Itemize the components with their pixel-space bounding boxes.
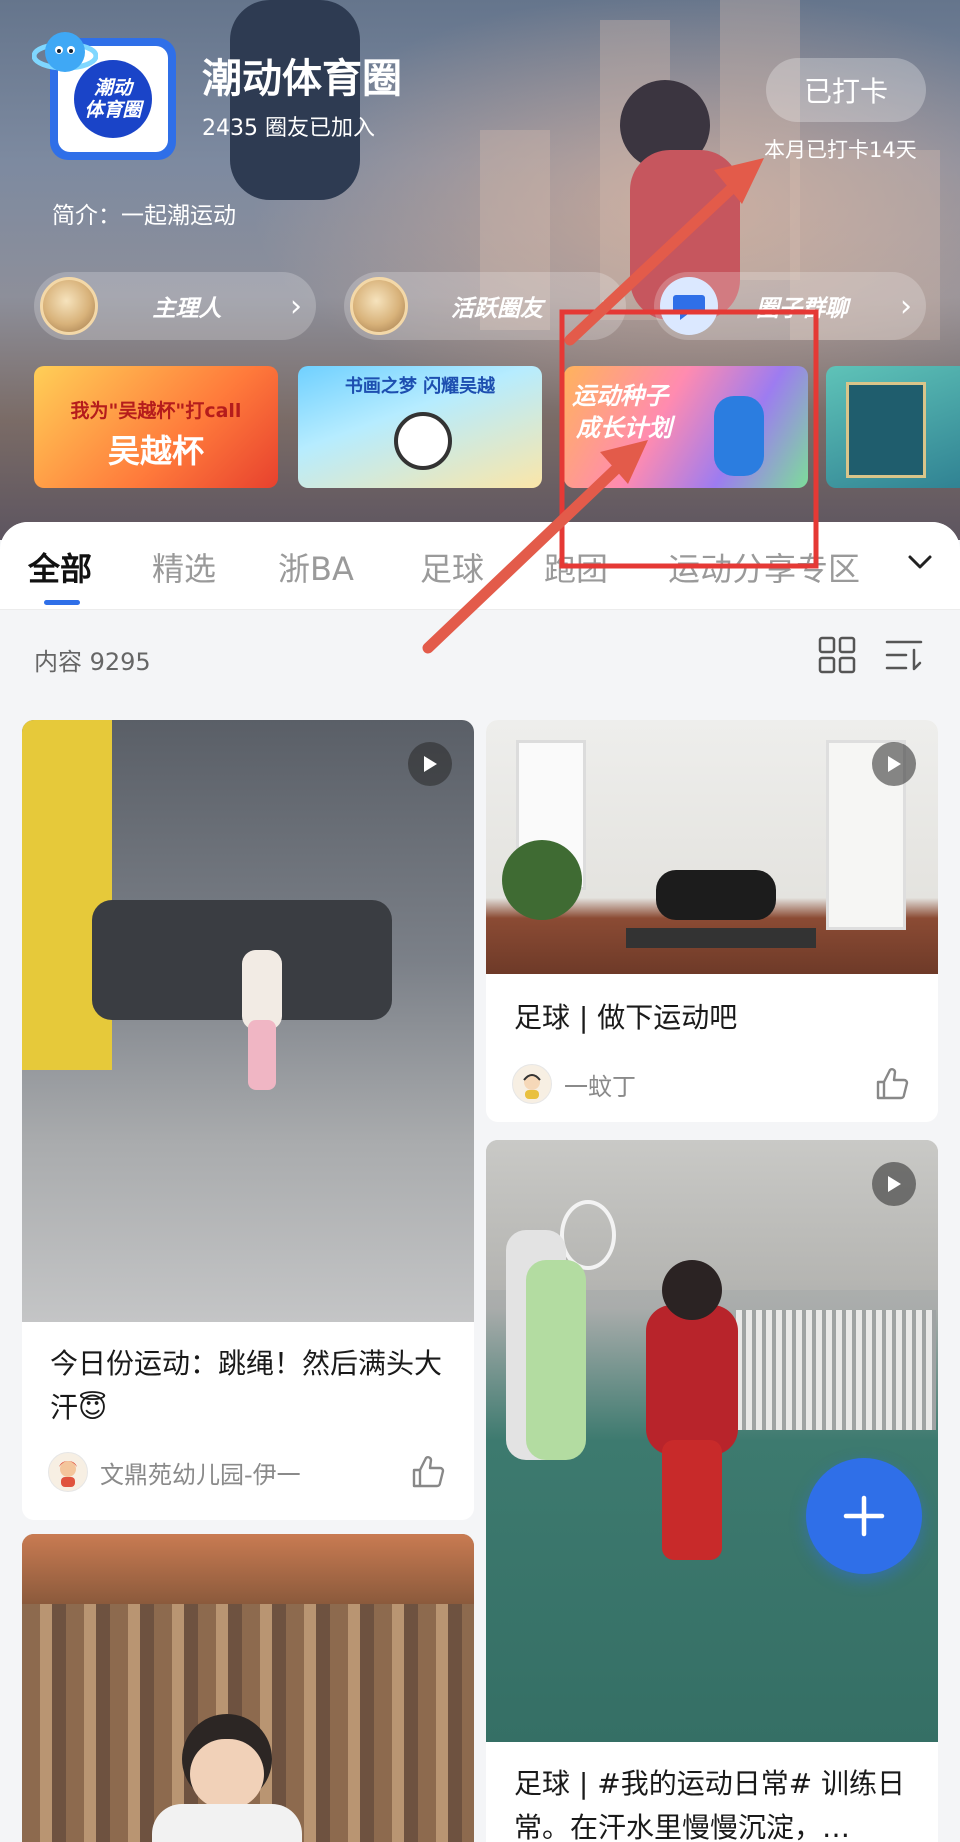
- child-figure: [242, 950, 282, 1030]
- child-figure: [662, 1440, 722, 1560]
- post-author-row: 文鼎苑幼儿园-伊一: [48, 1450, 448, 1494]
- banner-text: 运动种子: [572, 382, 668, 410]
- tab-all[interactable]: 全部: [28, 544, 92, 590]
- post-title: 足球 | 做下运动吧: [514, 1001, 738, 1034]
- net-illustration: [736, 1310, 936, 1430]
- quick-link-active-members[interactable]: 活跃圈友 ›: [344, 272, 626, 340]
- banner-text: 吴越杯: [107, 432, 204, 470]
- banner-wuyue-cup[interactable]: 我为"吴越杯"打call 吴越杯: [34, 366, 278, 488]
- post-author-row: 一蚊丁: [512, 1062, 912, 1106]
- mat-illustration: [626, 928, 816, 948]
- banner-painting-dream[interactable]: 书画之梦 闪耀吴越: [298, 366, 542, 488]
- circle-intro: 简介：一起潮运动: [52, 203, 236, 229]
- checkin-button[interactable]: 已打卡: [766, 58, 926, 122]
- content-count: 内容 9295: [34, 648, 151, 676]
- member-count: 2435 圈友已加入: [202, 116, 375, 141]
- checkin-days-text: 本月已打卡14天: [764, 138, 917, 162]
- quick-link-label: 圈子群聊: [756, 296, 848, 322]
- author-avatar: [512, 1064, 552, 1104]
- banner-text: 成长计划: [576, 414, 672, 442]
- author-avatar: [48, 1452, 88, 1492]
- banner-book[interactable]: [826, 366, 960, 488]
- frame-illustration: [22, 1534, 474, 1604]
- planet-badge-icon: [32, 32, 98, 72]
- quick-link-label: 主理人: [152, 296, 222, 322]
- post-title: 今日份运动：跳绳！然后满头大汗😇: [50, 1347, 443, 1424]
- tab-running[interactable]: 跑团: [544, 544, 608, 590]
- post-thumbnail: [22, 1534, 474, 1842]
- child-figure: [248, 1020, 276, 1090]
- tab-football[interactable]: 足球: [420, 544, 484, 590]
- child-illustration: [714, 396, 764, 476]
- circle-header: 潮动 体育圈 潮动体育圈 2435 圈友已加入 简介：一起潮运动 已打卡 本月已打…: [0, 0, 960, 540]
- child-figure: [646, 1305, 738, 1455]
- author-name: 文鼎苑幼儿园-伊一: [100, 1460, 301, 1489]
- owner-avatar: [40, 277, 98, 335]
- post-thumbnail: [486, 720, 938, 974]
- content-panel: 全部 精选 浙BA 足球 跑团 运动分享专区 内容 9295 今日份运动：跳绳！…: [0, 522, 960, 1842]
- post-thumbnail: [486, 1140, 938, 1742]
- tab-zhe-ba[interactable]: 浙BA: [278, 544, 354, 590]
- quick-link-owner[interactable]: 主理人 ›: [34, 272, 316, 340]
- quick-link-label: 活跃圈友: [451, 296, 543, 322]
- tab-sport-share[interactable]: 运动分享专区: [668, 544, 860, 590]
- banner-sport-seed-plan[interactable]: 运动种子 成长计划: [564, 366, 808, 488]
- wall-decoration: [22, 720, 112, 1070]
- thumbs-up-icon[interactable]: [408, 1452, 448, 1492]
- child-figure: [152, 1804, 302, 1842]
- play-icon: [408, 742, 452, 786]
- create-post-button[interactable]: [806, 1458, 922, 1574]
- thumbs-up-icon[interactable]: [872, 1064, 912, 1104]
- chevron-right-icon: ›: [900, 288, 912, 324]
- tab-featured[interactable]: 精选: [152, 544, 216, 590]
- player-figure: [526, 1260, 586, 1460]
- chevron-right-icon: ›: [290, 288, 302, 324]
- football-illustration: [394, 412, 452, 470]
- active-tab-indicator: [44, 600, 80, 605]
- post-card[interactable]: [22, 1534, 474, 1842]
- child-face: [190, 1739, 264, 1809]
- post-card[interactable]: 今日份运动：跳绳！然后满头大汗😇 文鼎苑幼儿园-伊一: [22, 720, 474, 1520]
- child-head: [662, 1260, 722, 1320]
- plant-illustration: [502, 840, 582, 920]
- author-name: 一蚊丁: [564, 1072, 636, 1101]
- chevron-down-icon[interactable]: [900, 542, 940, 582]
- banner-text: 我为"吴越杯"打call: [70, 400, 242, 422]
- list-view-icon[interactable]: [884, 636, 924, 674]
- grid-view-icon[interactable]: [818, 636, 856, 674]
- chat-icon: [660, 277, 718, 335]
- athlete-figure: [656, 870, 776, 920]
- post-title: 足球 | #我的运动日常# 训练日常。在汗水里慢慢沉淀，…: [514, 1767, 906, 1842]
- post-thumbnail: [22, 720, 474, 1322]
- book-illustration: [846, 382, 926, 478]
- banner-text: 书画之梦 闪耀吴越: [344, 376, 496, 397]
- active-member-avatar: [350, 277, 408, 335]
- category-tabs: 全部 精选 浙BA 足球 跑团 运动分享专区: [0, 522, 960, 610]
- quick-link-group-chat[interactable]: 圈子群聊 ›: [654, 272, 926, 340]
- plus-icon: [843, 1495, 885, 1537]
- post-card[interactable]: 足球 | 做下运动吧 一蚊丁: [486, 720, 938, 1122]
- chevron-right-icon: ›: [600, 288, 612, 324]
- play-icon: [872, 742, 916, 786]
- circle-title: 潮动体育圈: [202, 56, 402, 102]
- play-icon: [872, 1162, 916, 1206]
